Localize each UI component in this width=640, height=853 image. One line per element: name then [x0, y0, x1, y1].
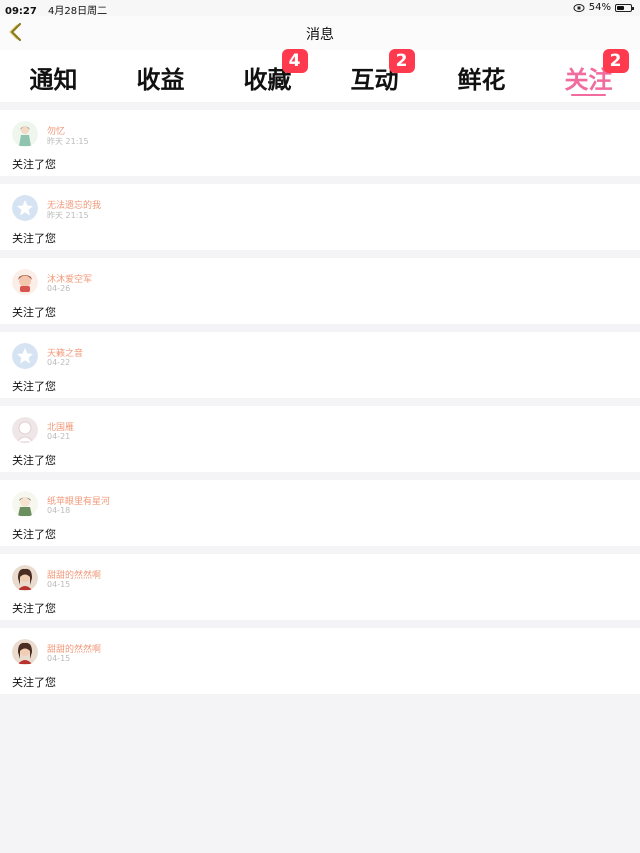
default-star-avatar-icon[interactable]	[12, 195, 38, 221]
follow-message: 关注了您	[12, 380, 56, 393]
tab-label: 通知	[30, 60, 78, 95]
unread-badge: 2	[388, 49, 415, 73]
follow-time: 04-15	[47, 654, 71, 663]
header: 消息	[0, 16, 640, 51]
tab-interactions[interactable]: 互动 2	[321, 49, 428, 100]
portrait-avatar-icon[interactable]	[12, 565, 38, 591]
tab-favorites[interactable]: 收藏 4	[214, 49, 321, 100]
default-star-avatar-icon[interactable]	[12, 343, 38, 369]
tab-label: 收益	[137, 60, 185, 95]
follow-message: 关注了您	[12, 454, 56, 467]
follow-time: 昨天 21:15	[47, 211, 89, 220]
portrait-avatar-icon[interactable]	[12, 639, 38, 665]
orientation-lock-icon	[573, 3, 585, 12]
tab-bar: 通知 收益 收藏 4 互动 2 鲜花 关注 2	[0, 49, 640, 102]
battery-fill	[617, 5, 625, 10]
list-item[interactable]: 纸苹眼里有星河 04-18 关注了您	[0, 480, 640, 546]
tab-label: 鲜花	[458, 60, 506, 95]
tab-flowers[interactable]: 鲜花	[428, 54, 535, 100]
follow-message: 关注了您	[12, 232, 56, 245]
follow-message: 关注了您	[12, 602, 56, 615]
tab-notifications[interactable]: 通知	[0, 54, 107, 100]
tab-label-text: 收益	[136, 66, 185, 94]
status-right: 54%	[573, 2, 634, 13]
follow-message: 关注了您	[12, 158, 56, 171]
follow-message: 关注了您	[12, 676, 56, 689]
follow-message: 关注了您	[12, 306, 56, 319]
battery-percentage: 54%	[588, 2, 611, 13]
tab-label: 收藏 4	[244, 49, 308, 95]
cartoon-avatar-icon[interactable]	[12, 269, 38, 295]
follow-message: 关注了您	[12, 528, 56, 541]
tab-earnings[interactable]: 收益	[107, 54, 214, 100]
follow-time: 04-18	[47, 506, 71, 515]
silhouette-avatar-icon[interactable]	[12, 417, 38, 443]
list-item[interactable]: 无法遗忘的我 昨天 21:15 关注了您	[0, 184, 640, 250]
follow-list: 勿忆 昨天 21:15 关注了您 无法遗忘的我 昨天 21:15 关注了您 沐沐爱空军 04-…	[0, 102, 640, 694]
unread-badge: 2	[602, 49, 629, 73]
active-tab-indicator	[571, 94, 606, 96]
follow-time: 昨天 21:15	[47, 137, 89, 146]
list-item[interactable]: 沐沐爱空军 04-26 关注了您	[0, 258, 640, 324]
status-bar: 09:27 4月28日周二 54%	[0, 0, 640, 17]
tab-label: 关注 2	[565, 49, 629, 95]
tab-follows[interactable]: 关注 2	[535, 49, 640, 100]
list-item[interactable]: 天籁之音 04-22 关注了您	[0, 332, 640, 398]
follow-time: 04-22	[47, 358, 71, 367]
follow-time: 04-21	[47, 432, 71, 441]
tab-label-text: 鲜花	[457, 66, 506, 94]
tab-label: 互动 2	[351, 49, 415, 95]
follow-time: 04-26	[47, 284, 71, 293]
tab-label-text: 通知	[29, 66, 78, 94]
anime-girl-avatar-icon[interactable]	[12, 121, 38, 147]
page-title: 消息	[306, 27, 334, 43]
follow-time: 04-15	[47, 580, 71, 589]
list-item[interactable]: 甜甜的然然啊 04-15 关注了您	[0, 628, 640, 694]
anime-avatar-icon[interactable]	[12, 491, 38, 517]
list-item[interactable]: 勿忆 昨天 21:15 关注了您	[0, 110, 640, 176]
unread-badge: 4	[281, 49, 308, 73]
battery-icon	[615, 3, 634, 12]
status-left: 09:27 4月28日周二	[5, 2, 107, 17]
list-item[interactable]: 甜甜的然然啊 04-15 关注了您	[0, 554, 640, 620]
list-item[interactable]: 北国雁 04-21 关注了您	[0, 406, 640, 472]
